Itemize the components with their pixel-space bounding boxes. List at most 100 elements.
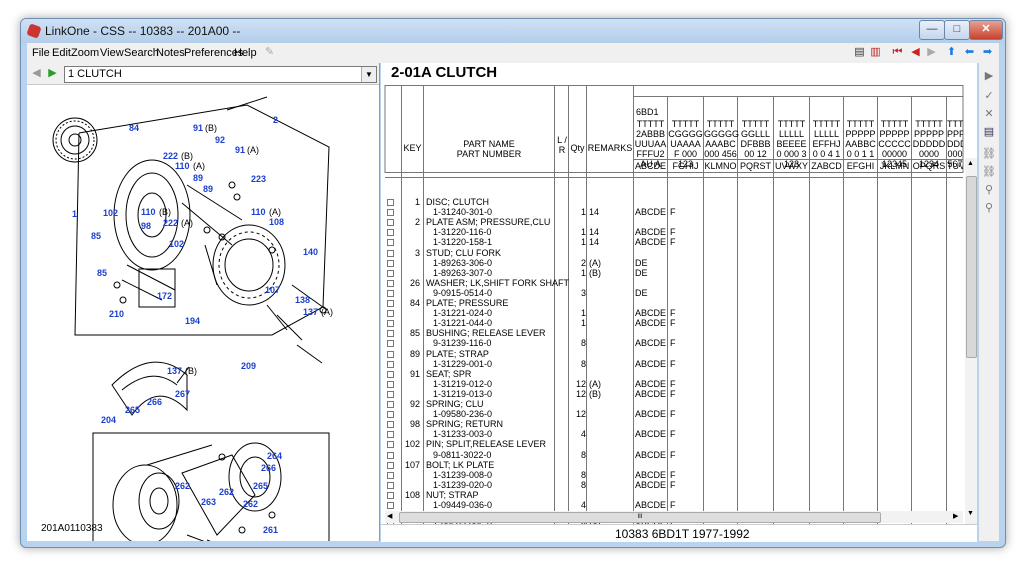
back-arrow-icon[interactable]: ⬅ xyxy=(963,46,976,59)
header-key[interactable]: KEY xyxy=(402,143,423,153)
row-checkbox[interactable] xyxy=(387,259,394,267)
table-row[interactable]: 102 PIN; SPLIT,RELEASE LEVER xyxy=(381,439,965,449)
book-icon[interactable]: ▥ xyxy=(869,46,882,59)
callout-85[interactable]: 85 xyxy=(91,231,101,241)
menu-help[interactable]: Help xyxy=(234,47,257,59)
row-checkbox[interactable] xyxy=(387,461,394,469)
scroll-thumb[interactable] xyxy=(966,176,977,358)
table-row[interactable]: 1-31233-003-0 4 ABCDE F xyxy=(381,429,965,439)
page-select[interactable]: 1 CLUTCH ▼ xyxy=(64,66,377,83)
table-row[interactable]: 1-89263-306-0 2 (A) DE xyxy=(381,258,965,268)
close-button[interactable]: ✕ xyxy=(969,20,1003,40)
row-checkbox[interactable] xyxy=(387,390,394,398)
header-part-name[interactable]: PART NAME xyxy=(424,139,554,149)
menu-zoom[interactable]: Zoom xyxy=(71,47,99,59)
table-row[interactable]: 3 STUD; CLU FORK xyxy=(381,248,965,258)
check-icon[interactable]: ✓ xyxy=(982,89,996,103)
pin-icon[interactable]: ✎ xyxy=(263,46,276,59)
menu-file[interactable]: File xyxy=(32,47,50,59)
table-row[interactable]: 1-31221-024-0 1 ABCDE F xyxy=(381,308,965,318)
chevron-down-icon[interactable]: ▼ xyxy=(361,67,376,82)
row-checkbox[interactable] xyxy=(387,481,394,489)
callout-265[interactable]: 265 xyxy=(125,405,140,415)
link-icon[interactable]: ⛓ xyxy=(982,147,996,161)
row-checkbox[interactable] xyxy=(387,239,394,247)
row-checkbox[interactable] xyxy=(387,209,394,217)
row-checkbox[interactable] xyxy=(387,269,394,277)
callout-264[interactable]: 264 xyxy=(267,451,282,461)
table-row[interactable]: 1-31239-008-0 8 ABCDE F xyxy=(381,470,965,480)
callout-91-a[interactable]: 91 xyxy=(235,145,245,155)
row-checkbox[interactable] xyxy=(387,441,394,449)
row-checkbox[interactable] xyxy=(387,421,394,429)
row-checkbox[interactable] xyxy=(387,431,394,439)
print-icon[interactable]: ▤ xyxy=(853,46,866,59)
maximize-button[interactable]: □ xyxy=(944,20,970,40)
row-checkbox[interactable] xyxy=(387,491,394,499)
row-checkbox[interactable] xyxy=(387,289,394,297)
horizontal-scrollbar[interactable]: ◀ III ▶ xyxy=(385,511,963,523)
row-checkbox[interactable] xyxy=(387,320,394,328)
callout-261[interactable]: 261 xyxy=(263,525,278,535)
list-icon[interactable]: ▤ xyxy=(982,125,996,139)
forward-arrow-icon[interactable]: ➡ xyxy=(981,46,994,59)
row-checkbox[interactable] xyxy=(387,330,394,338)
table-row[interactable]: 1-31219-012-0 12 (A) ABCDE F xyxy=(381,379,965,389)
zoom-icon[interactable]: ⚲ xyxy=(982,201,996,215)
table-row[interactable]: 85 BUSHING; RELEASE LEVER xyxy=(381,328,965,338)
row-checkbox[interactable] xyxy=(387,451,394,459)
table-row[interactable]: 9-0915-0514-0 3 DE xyxy=(381,288,965,298)
table-row[interactable]: 1-09580-236-0 12 ABCDE F xyxy=(381,409,965,419)
row-checkbox[interactable] xyxy=(387,340,394,348)
table-row[interactable]: 9-0811-3022-0 8 ABCDE F xyxy=(381,450,965,460)
table-row[interactable]: 1-89263-307-0 1 (B) DE xyxy=(381,268,965,278)
callout-89-b[interactable]: 89 xyxy=(203,184,213,194)
table-row[interactable]: 1-31220-158-1 1 14 ABCDE F xyxy=(381,237,965,247)
table-row[interactable]: 107 BOLT; LK PLATE xyxy=(381,460,965,470)
callout-102[interactable]: 102 xyxy=(103,208,118,218)
callout-102-b[interactable]: 102 xyxy=(169,239,184,249)
callout-262-c[interactable]: 262 xyxy=(243,499,258,509)
row-checkbox[interactable] xyxy=(387,502,394,509)
unlink-icon[interactable]: ⛓ xyxy=(982,165,996,179)
title-bar[interactable]: LinkOne - CSS -- 10383 -- 201A00 -- — □ … xyxy=(21,19,1005,43)
forward-icon[interactable]: ▶ xyxy=(46,67,59,80)
callout-92[interactable]: 92 xyxy=(215,135,225,145)
table-row[interactable]: 84 PLATE; PRESSURE xyxy=(381,298,965,308)
callout-110-b[interactable]: 110 xyxy=(141,207,156,217)
callout-89[interactable]: 89 xyxy=(193,173,203,183)
scroll-down-icon[interactable]: ▼ xyxy=(967,510,974,517)
table-row[interactable]: 26 WASHER; LK,SHIFT FORK SHAFT xyxy=(381,278,965,288)
callout-108[interactable]: 108 xyxy=(269,217,284,227)
menu-search[interactable]: Search xyxy=(124,47,159,59)
header-part-number[interactable]: PART NUMBER xyxy=(424,149,554,159)
callout-140[interactable]: 140 xyxy=(303,247,318,257)
binoculars-icon[interactable]: ⚲ xyxy=(982,183,996,197)
callout-204[interactable]: 204 xyxy=(101,415,116,425)
callout-210[interactable]: 210 xyxy=(109,309,124,319)
back-icon[interactable]: ◀ xyxy=(30,67,43,80)
callout-262[interactable]: 262 xyxy=(175,481,190,491)
callout-91[interactable]: 91 xyxy=(193,123,203,133)
callout-266[interactable]: 266 xyxy=(147,397,162,407)
callout-263[interactable]: 263 xyxy=(201,497,216,507)
menu-view[interactable]: View xyxy=(100,47,124,59)
table-row[interactable]: 1-31229-001-0 8 ABCDE F xyxy=(381,359,965,369)
header-qty[interactable]: Qty xyxy=(569,143,586,153)
table-row[interactable]: 2 PLATE ASM; PRESSURE,CLU xyxy=(381,217,965,227)
row-checkbox[interactable] xyxy=(387,360,394,368)
table-row[interactable]: 1 DISC; CLUTCH xyxy=(381,197,965,207)
callout-267[interactable]: 267 xyxy=(175,389,190,399)
callout-262-b[interactable]: 262 xyxy=(219,487,234,497)
row-checkbox[interactable] xyxy=(387,401,394,408)
table-row[interactable]: 92 SPRING; CLU xyxy=(381,399,965,409)
table-row[interactable]: 9-31239-116-0 8 ABCDE F xyxy=(381,338,965,348)
row-checkbox[interactable] xyxy=(387,411,394,419)
table-row[interactable]: 1-31239-020-0 8 ABCDE F xyxy=(381,480,965,490)
table-row[interactable]: 89 PLATE; STRAP xyxy=(381,349,965,359)
table-row[interactable]: 1-31221-044-0 1 ABCDE F xyxy=(381,318,965,328)
callout-2[interactable]: 2 xyxy=(273,115,278,125)
table-row[interactable]: 1-31220-116-0 1 14 ABCDE F xyxy=(381,227,965,237)
callout-265-b[interactable]: 265 xyxy=(253,481,268,491)
callout-172[interactable]: 172 xyxy=(157,291,172,301)
